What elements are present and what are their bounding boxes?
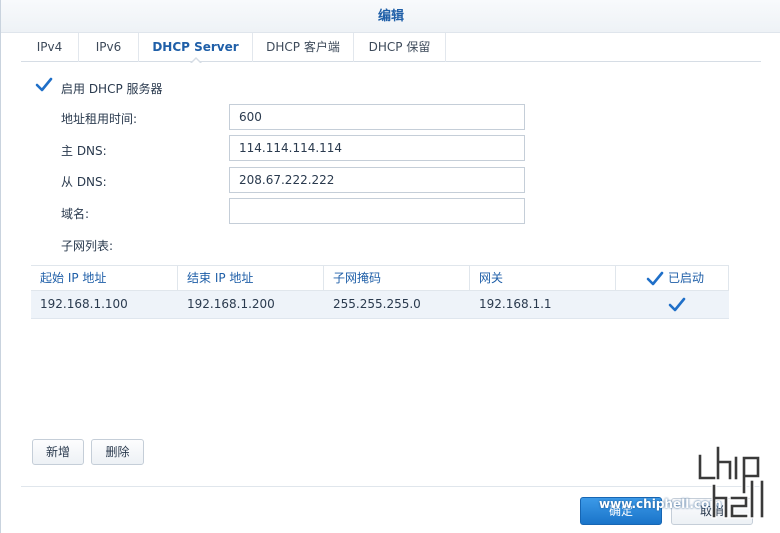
cell-gateway: 192.168.1.1 [479, 297, 552, 311]
cell-subnet-mask: 255.255.255.0 [333, 297, 421, 311]
tab-label: DHCP Server [152, 40, 239, 54]
enabled-all-checkbox[interactable] [646, 271, 664, 287]
edit-dialog: 编辑 IPv4 IPv6 DHCP Server DHCP 客户端 DHCP 保… [0, 0, 780, 533]
column-header-end-ip[interactable]: 结束 IP 地址 [178, 266, 324, 291]
primary-dns-label: 主 DNS: [61, 144, 107, 158]
tab-dhcp-reservation[interactable]: DHCP 保留 [354, 33, 446, 62]
tab-dhcp-server[interactable]: DHCP Server [139, 33, 253, 64]
cell-end-ip: 192.168.1.200 [187, 297, 275, 311]
row-enabled-checkbox[interactable] [668, 296, 686, 312]
column-header-gateway[interactable]: 网关 [470, 266, 616, 291]
tab-ipv6[interactable]: IPv6 [79, 33, 139, 62]
tab-label: DHCP 客户端 [266, 40, 340, 54]
dialog-titlebar: 编辑 [1, 0, 780, 33]
subnet-table-header: 起始 IP 地址 结束 IP 地址 子网掩码 网关 已启动 [31, 265, 729, 291]
primary-dns-input[interactable] [229, 135, 525, 161]
tab-bar: IPv4 IPv6 DHCP Server DHCP 客户端 DHCP 保留 [21, 33, 761, 64]
secondary-dns-input[interactable] [229, 167, 525, 193]
check-icon [668, 297, 686, 312]
tab-label: IPv4 [36, 40, 63, 54]
delete-button[interactable]: 删除 [91, 439, 144, 465]
column-header-enabled-label: 已启动 [668, 271, 705, 285]
tab-label: IPv6 [95, 40, 122, 54]
chiphell-logo-icon [697, 445, 765, 519]
tab-label: DHCP 保留 [368, 40, 431, 54]
lease-time-label: 地址租用时间: [61, 112, 138, 126]
domain-name-label: 域名: [61, 207, 90, 221]
footer-divider [21, 486, 761, 487]
dialog-title: 编辑 [377, 9, 404, 24]
lease-time-input[interactable] [229, 104, 525, 130]
domain-name-input[interactable] [229, 198, 525, 224]
enable-dhcp-checkbox[interactable] [35, 77, 53, 94]
column-header-subnet-mask[interactable]: 子网掩码 [324, 266, 470, 291]
enable-dhcp-label: 启用 DHCP 服务器 [61, 82, 163, 96]
cell-enabled [616, 291, 729, 318]
tab-ipv4[interactable]: IPv4 [21, 33, 79, 62]
add-button[interactable]: 新增 [32, 439, 84, 465]
table-row[interactable]: 192.168.1.100 192.168.1.200 255.255.255.… [31, 291, 729, 319]
cell-start-ip: 192.168.1.100 [40, 297, 128, 311]
check-icon [35, 77, 53, 92]
subnet-list-label: 子网列表: [61, 239, 114, 253]
secondary-dns-label: 从 DNS: [61, 175, 107, 189]
tab-dhcp-client[interactable]: DHCP 客户端 [253, 33, 354, 62]
column-header-enabled[interactable]: 已启动 [616, 266, 729, 291]
check-icon [646, 271, 664, 286]
column-header-start-ip[interactable]: 起始 IP 地址 [31, 266, 178, 291]
